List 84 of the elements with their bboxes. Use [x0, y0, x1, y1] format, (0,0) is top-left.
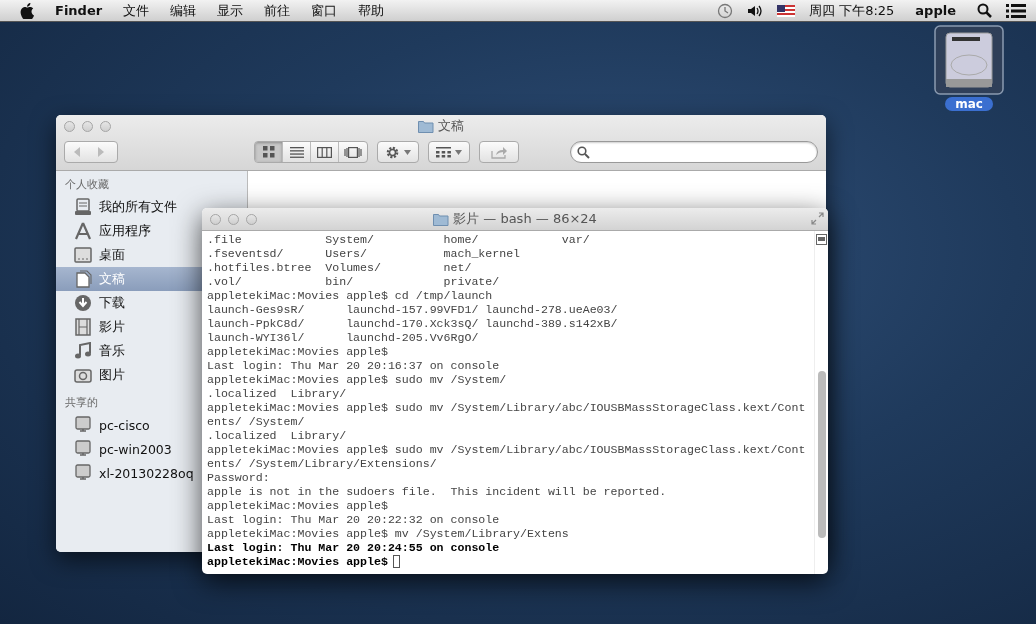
terminal-line: ents/ /System/	[207, 415, 306, 429]
columns-icon	[317, 146, 332, 158]
flag-icon[interactable]	[777, 4, 795, 17]
film-icon	[74, 318, 92, 336]
document-icon	[74, 270, 92, 288]
computer-icon	[74, 464, 92, 482]
menu-item[interactable]: 帮助	[358, 1, 385, 20]
terminal-line: Password:	[207, 471, 271, 485]
list-icon[interactable]	[1006, 3, 1026, 18]
caret-icon	[455, 149, 462, 155]
sidebar-item[interactable]: 音乐	[56, 339, 202, 363]
hard-drive-icon[interactable]	[934, 25, 1004, 95]
terminal-line: ents/ /System/Library/Extensions/	[207, 457, 438, 471]
clock-history-icon[interactable]	[717, 2, 733, 19]
terminal-line: launch-Ges9sR/ launchd-157.99VFD1/ launchd-278.ueAe03/	[207, 303, 619, 317]
gear-icon	[385, 144, 400, 160]
music-note-icon	[74, 342, 92, 360]
terminal-line: launch-WYI36l/ launchd-205.Vv6RgO/	[207, 331, 480, 345]
grid-icon	[262, 146, 275, 158]
folder-icon	[418, 119, 434, 133]
action-menu-button[interactable]	[377, 141, 419, 163]
arrange-button[interactable]	[428, 141, 470, 163]
list-icon	[289, 146, 304, 158]
sidebar-item[interactable]: 下载	[56, 291, 202, 315]
terminal-line: .file System/ home/ var/	[207, 233, 591, 247]
menu-item[interactable]: 编辑	[170, 1, 197, 20]
menu-item[interactable]: 窗口	[311, 1, 338, 20]
terminal-line: appletekiMac:Movies apple$	[207, 345, 389, 359]
terminal-line: appletekiMac:Movies apple$ sudo mv /System/	[207, 373, 508, 387]
sidebar-item[interactable]: 我的所有文件	[56, 195, 202, 219]
sidebar-item[interactable]: 桌面	[56, 243, 202, 267]
menu-item[interactable]: 文件	[123, 1, 150, 20]
sidebar-item[interactable]: pc-win2003	[56, 437, 202, 461]
terminal-line: .localized Library/	[207, 387, 348, 401]
computer-icon	[74, 440, 92, 458]
terminal-line: appletekiMac:Movies apple$	[207, 499, 389, 513]
scrollbar-thumb[interactable]	[817, 371, 826, 538]
cover-flow-icon	[344, 146, 362, 158]
drive-label[interactable]: mac	[945, 97, 993, 111]
volume-icon[interactable]	[747, 3, 763, 18]
sidebar-heading: 个人收藏	[64, 177, 110, 192]
sidebar-item[interactable]: pc-cisco	[56, 413, 202, 437]
terminal-line: appletekiMac:Movies apple$ sudo mv /System/Library/abc/IOUSBMassStorageClass.kext/Cont	[207, 443, 807, 457]
user-name[interactable]: apple	[915, 3, 956, 18]
terminal-line: appletekiMac:Movies apple$	[207, 555, 814, 569]
window-title: 影片 — bash — 86×24	[453, 210, 597, 228]
clock-text[interactable]: 周四 下午8:25	[809, 1, 895, 20]
sidebar-item[interactable]: 影片	[56, 315, 202, 339]
terminal-line: .localized Library/	[207, 429, 348, 443]
terminal-line: Last login: Thu Mar 20 20:24:55 on console	[207, 541, 501, 555]
window-title: 文稿	[438, 117, 464, 135]
fullscreen-icon[interactable]	[811, 212, 824, 225]
camera-icon	[74, 367, 92, 383]
terminal-line: Last login: Thu Mar 20 20:16:37 on console	[207, 359, 501, 373]
sidebar-item[interactable]: 图片	[56, 363, 202, 387]
share-icon	[490, 145, 508, 159]
terminal-line: .fseventsd/ Users/ mach_kernel	[207, 247, 522, 261]
menu-item[interactable]: 显示	[217, 1, 244, 20]
search-field[interactable]	[570, 141, 818, 163]
sidebar-item[interactable]: xl-20130228oq	[56, 461, 202, 485]
text-cursor	[392, 555, 400, 569]
menu-item[interactable]: Finder	[55, 3, 103, 18]
terminal-line: launch-PpkC8d/ launchd-170.Xck3sQ/ launchd-389.s142xB/	[207, 317, 619, 331]
terminal-line: .hotfiles.btree Volumes/ net/	[207, 261, 473, 275]
terminal-line: Last login: Thu Mar 20 20:22:32 on console	[207, 513, 501, 527]
folder-icon	[433, 212, 450, 226]
terminal-line: appletekiMac:Movies apple$ mv /System/Library/Extens	[207, 527, 570, 541]
menu-item[interactable]: 前往	[264, 1, 291, 20]
terminal-line: apple is not in the sudoers file. This incident will be reported.	[207, 485, 668, 499]
terminal-line: appletekiMac:Movies apple$ cd /tmp/launch	[207, 289, 494, 303]
apple-logo-icon[interactable]	[20, 2, 34, 19]
search-icon	[577, 145, 590, 159]
desktop-icon	[74, 247, 92, 263]
search-icon[interactable]	[977, 3, 992, 18]
grid-icon	[436, 146, 451, 158]
caret-icon	[404, 149, 411, 155]
view-switcher[interactable]	[254, 141, 368, 163]
split-pane-icon[interactable]	[816, 234, 827, 245]
computer-icon	[74, 416, 92, 434]
view-button[interactable]	[255, 142, 283, 162]
download-icon	[74, 294, 92, 312]
terminal-line: .vol/ bin/ private/	[207, 275, 501, 289]
terminal-line: appletekiMac:Movies apple$ sudo mv /System/Library/abc/IOUSBMassStorageClass.kext/Cont	[207, 401, 807, 415]
sidebar-item[interactable]: 应用程序	[56, 219, 202, 243]
